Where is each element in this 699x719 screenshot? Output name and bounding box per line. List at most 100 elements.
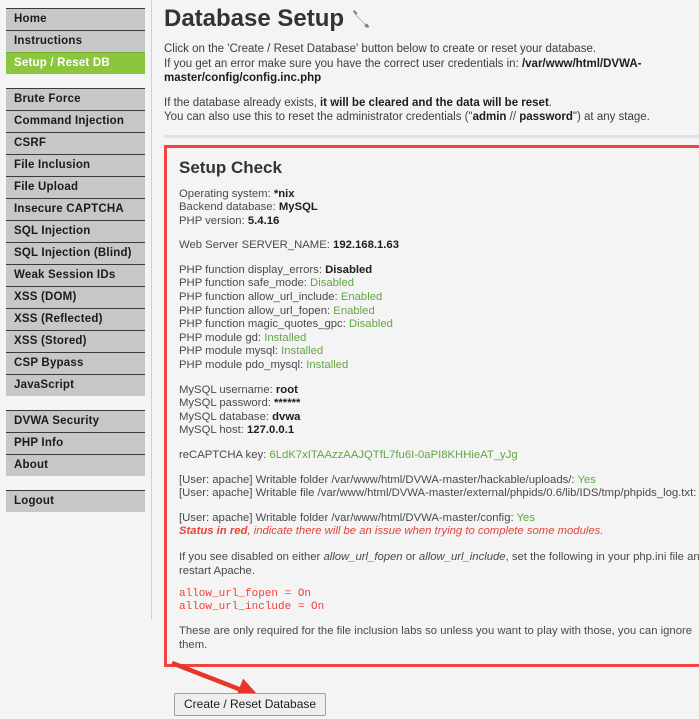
check-block-mysql-credentials: MySQL username: root MySQL password: ***… — [179, 384, 699, 438]
check-block-php-functions: PHP function display_errors: Disabled PH… — [179, 264, 699, 373]
check-block-system: Operating system: *nix Backend database:… — [179, 188, 699, 229]
setup-check-panel: Setup Check Operating system: *nix Backe… — [164, 144, 699, 667]
sidebar-item-instructions[interactable]: Instructions — [6, 30, 145, 52]
check-line-mysql-host: MySQL host: 127.0.0.1 — [179, 424, 699, 438]
intro-line-4-mid: // — [506, 111, 520, 123]
check-label: MySQL password: — [179, 397, 275, 410]
nav-group-vulnerabilities: Brute Force Command Injection CSRF File … — [0, 88, 151, 396]
check-label: reCAPTCHA key: — [179, 449, 270, 461]
default-password: password — [519, 111, 573, 123]
check-value: Installed — [264, 331, 307, 344]
sidebar-item-xss-stored[interactable]: XSS (Stored) — [6, 330, 145, 352]
sidebar-item-about[interactable]: About — [6, 454, 145, 476]
check-line-magic-quotes-gpc: PHP function magic_quotes_gpc: Disabled — [179, 318, 699, 332]
check-label: PHP function allow_url_include: — [179, 291, 341, 304]
check-label: PHP function safe_mode: — [179, 277, 311, 290]
sidebar-item-sql-injection-blind[interactable]: SQL Injection (Blind) — [6, 242, 145, 264]
check-label: [User: apache] Writable file /var/www/ht… — [179, 487, 699, 500]
sidebar-item-home[interactable]: Home — [6, 8, 145, 30]
sidebar-item-command-injection[interactable]: Command Injection — [6, 110, 145, 132]
check-line-allow-url-fopen: PHP function allow_url_fopen: Enabled — [179, 305, 699, 319]
sidebar-item-xss-dom[interactable]: XSS (DOM) — [6, 286, 145, 308]
check-line-safe-mode: PHP function safe_mode: Disabled — [179, 277, 699, 291]
check-value: Enabled — [340, 291, 383, 304]
check-label: PHP version: — [179, 214, 248, 227]
check-line-server-name: Web Server SERVER_NAME: 192.168.1.63 — [179, 239, 699, 253]
check-line-writable-uploads: [User: apache] Writable folder /var/www/… — [179, 474, 699, 488]
sidebar-item-dvwa-security[interactable]: DVWA Security — [6, 410, 145, 432]
check-line-writable-config: [User: apache] Writable folder /var/www/… — [179, 512, 699, 526]
status-red-label: Status in red — [179, 525, 248, 538]
check-value: Yes — [577, 473, 596, 486]
check-value: Enabled — [333, 304, 375, 317]
check-line-operating-system: Operating system: *nix — [179, 188, 699, 202]
page-title-text: Database Setup — [164, 5, 345, 32]
button-area: Create / Reset Database — [166, 660, 699, 719]
sidebar-item-csp-bypass[interactable]: CSP Bypass — [6, 352, 145, 374]
sidebar-item-insecure-captcha[interactable]: Insecure CAPTCHA — [6, 198, 145, 220]
check-value: Disabled — [310, 277, 355, 290]
sidebar-item-logout[interactable]: Logout — [6, 490, 145, 512]
sidebar-item-weak-session-ids[interactable]: Weak Session IDs — [6, 264, 145, 286]
intro-line-4-prefix: You can also use this to reset the admin… — [164, 111, 473, 123]
check-block-server-name: Web Server SERVER_NAME: 192.168.1.63 — [179, 239, 699, 253]
dvwa-setup-page: Home Instructions Setup / Reset DB Brute… — [0, 0, 699, 716]
fopen-note-part-b: or — [402, 550, 419, 563]
sidebar-item-sql-injection[interactable]: SQL Injection — [6, 220, 145, 242]
check-label: PHP module gd: — [179, 331, 265, 344]
intro-paragraph-2: If the database already exists, it will … — [164, 96, 699, 125]
create-reset-database-button[interactable]: Create / Reset Database — [174, 692, 327, 716]
check-block-config-and-status: [User: apache] Writable folder /var/www/… — [179, 512, 699, 539]
check-value: 5.4.16 — [247, 214, 280, 227]
check-line-writable-phpids-log: [User: apache] Writable file /var/www/ht… — [179, 487, 699, 501]
sidebar-item-csrf[interactable]: CSRF — [6, 132, 145, 154]
check-line-module-mysql: PHP module mysql: Installed — [179, 345, 699, 359]
check-value: Installed — [306, 359, 349, 372]
default-username: admin — [472, 111, 507, 123]
sidebar-item-setup-reset-db[interactable]: Setup / Reset DB — [6, 52, 145, 74]
nav-group-settings: DVWA Security PHP Info About — [0, 410, 151, 476]
nav-group-session: Logout — [0, 490, 151, 512]
check-label: MySQL host: — [179, 424, 248, 437]
sidebar-item-xss-reflected[interactable]: XSS (Reflected) — [6, 308, 145, 330]
sidebar-item-php-info[interactable]: PHP Info — [6, 432, 145, 454]
status-red-warning: Status in red, indicate there will be an… — [179, 525, 699, 539]
check-label: PHP function allow_url_fopen: — [179, 304, 334, 317]
sidebar-item-javascript[interactable]: JavaScript — [6, 374, 145, 396]
check-line-mysql-database: MySQL database: dvwa — [179, 411, 699, 425]
intro-line-1: Click on the 'Create / Reset Database' b… — [164, 43, 597, 55]
footer-note: These are only required for the file inc… — [179, 624, 693, 651]
fopen-note: If you see disabled on either allow_url_… — [179, 550, 699, 578]
check-line-backend-database: Backend database: MySQL — [179, 201, 699, 215]
section-divider — [164, 134, 699, 138]
check-line-mysql-password: MySQL password: ****** — [179, 397, 699, 411]
check-value: Disabled — [348, 318, 393, 331]
check-label: MySQL username: — [179, 383, 276, 396]
php-ini-snippet: allow_url_fopen = On allow_url_include =… — [179, 587, 325, 613]
recaptcha-key-value: 6LdK7xITAAzzAAJQTfL7fu6I-0aPI8KHHieAT_yJ… — [269, 449, 518, 461]
intro-line-3-suffix: . — [548, 96, 552, 109]
sidebar-item-file-upload[interactable]: File Upload — [6, 176, 145, 198]
check-label: [User: apache] Writable folder /var/www/… — [179, 511, 517, 524]
check-label: MySQL database: — [179, 410, 273, 423]
check-label: PHP function display_errors: — [179, 263, 326, 276]
check-label: PHP module mysql: — [179, 345, 282, 358]
sidebar-item-file-inclusion[interactable]: File Inclusion — [6, 154, 145, 176]
check-value: Yes — [516, 511, 535, 524]
check-value: root — [275, 383, 298, 396]
check-line-recaptcha-key: reCAPTCHA key: 6LdK7xITAAzzAAJQTfL7fu6I-… — [179, 449, 699, 463]
status-red-description: , indicate there will be an issue when t… — [247, 525, 604, 538]
sidebar-item-brute-force[interactable]: Brute Force — [6, 88, 145, 110]
check-value: 127.0.0.1 — [247, 424, 295, 437]
check-label: PHP module pdo_mysql: — [179, 359, 307, 372]
check-label: Backend database: — [179, 201, 279, 214]
check-value: Disabled — [325, 263, 373, 276]
check-block-writable-paths: [User: apache] Writable folder /var/www/… — [179, 474, 699, 501]
setup-check-title: Setup Check — [179, 157, 282, 177]
intro-line-3-bold: it will be cleared and the data will be … — [319, 96, 549, 109]
intro-line-3-prefix: If the database already exists, — [164, 96, 320, 109]
check-label: Web Server SERVER_NAME: — [179, 239, 334, 252]
check-line-allow-url-include: PHP function allow_url_include: Enabled — [179, 291, 699, 305]
nav-group-core: Home Instructions Setup / Reset DB — [0, 8, 151, 74]
fopen-note-directive-2: allow_url_include — [418, 550, 506, 563]
